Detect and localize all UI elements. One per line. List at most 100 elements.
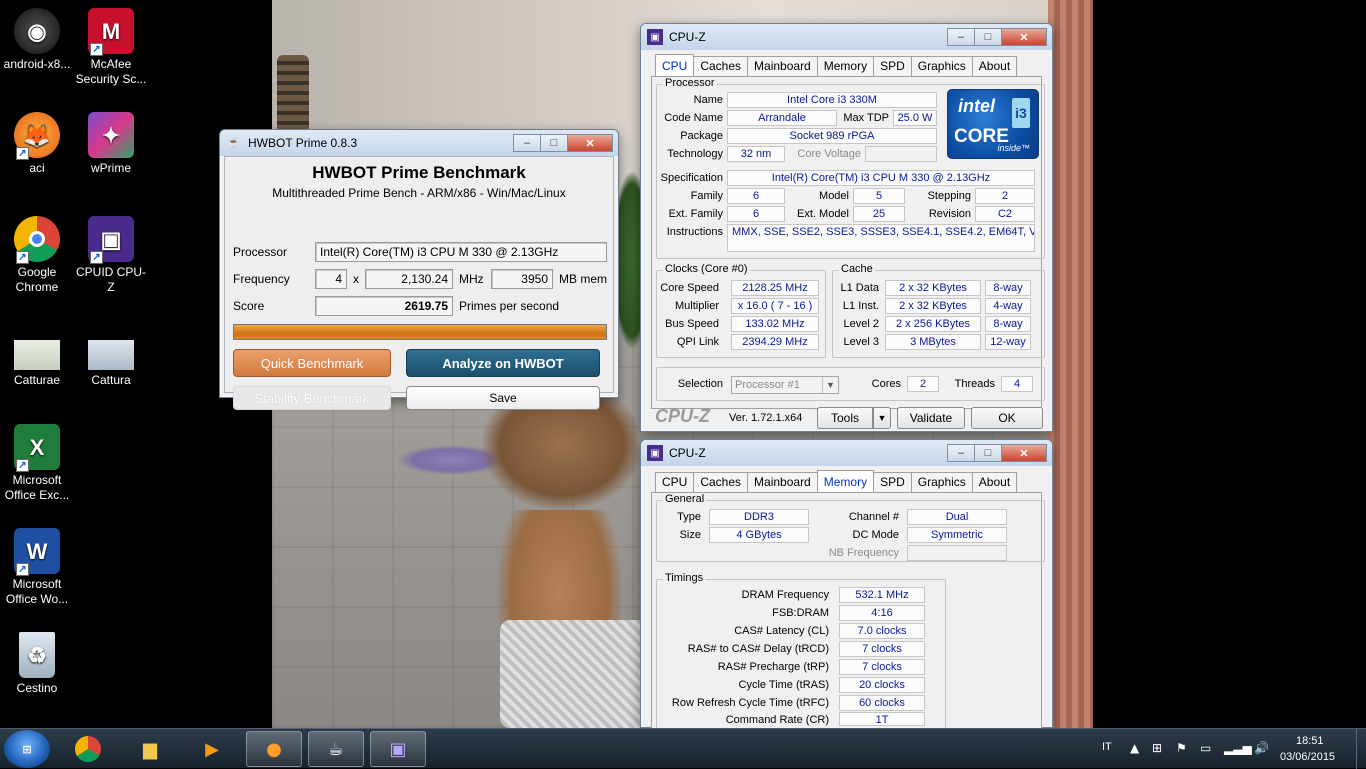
analyze-on-hwbot-button[interactable]: Analyze on HWBOT bbox=[406, 349, 600, 377]
maximize-button[interactable]: □ bbox=[974, 28, 1001, 46]
desktop-icon-recycle-bin[interactable]: ♻ Cestino bbox=[1, 632, 73, 696]
desktop-icon-catturae[interactable]: Catturae bbox=[1, 332, 73, 388]
tab-cpu[interactable]: CPU bbox=[655, 54, 695, 76]
stepping-label: Stepping bbox=[927, 190, 971, 202]
timing-label: DRAM Frequency bbox=[741, 589, 829, 601]
desktop-icon-word[interactable]: W ↗ Microsoft Office Wo... bbox=[1, 528, 73, 607]
quick-benchmark-button[interactable]: Quick Benchmark bbox=[233, 349, 391, 377]
clocks-group: Clocks (Core #0) Core Speed 2128.25 MHz … bbox=[656, 263, 826, 358]
model-value: 5 bbox=[853, 188, 905, 204]
revision-label: Revision bbox=[928, 208, 971, 220]
desktop-icon-mcafee[interactable]: M ↗ McAfee Security Sc... bbox=[75, 8, 147, 87]
l1data-value: 2 x 32 KBytes bbox=[885, 280, 981, 296]
close-button[interactable]: ✕ bbox=[567, 134, 613, 152]
maximize-icon: □ bbox=[550, 137, 558, 149]
tab-memory[interactable]: Memory bbox=[816, 470, 875, 492]
timing-label: Row Refresh Cycle Time (tRFC) bbox=[671, 697, 829, 709]
maximize-icon: □ bbox=[984, 447, 992, 459]
cpuz-cpu-window[interactable]: ▣ CPU-Z – □ ✕ CPU Caches Mainboard Memor… bbox=[640, 23, 1053, 432]
cpuz-titlebar[interactable]: ▣ CPU-Z – □ ✕ bbox=[641, 24, 1052, 50]
desktop-icon-firefox[interactable]: 🦊 ↗ aci bbox=[1, 112, 73, 176]
l1data-way: 8-way bbox=[985, 280, 1031, 296]
windows-flag-icon[interactable]: ⊞ bbox=[1152, 741, 1162, 755]
frequency-label: Frequency bbox=[233, 272, 290, 286]
action-center-icon[interactable]: ⚑ bbox=[1176, 741, 1187, 755]
desktop-icon-label: Google Chrome bbox=[15, 265, 59, 294]
taskbar-cpuz[interactable]: ▣ bbox=[370, 731, 426, 767]
network-signal-icon[interactable]: ▂▃▅ bbox=[1224, 741, 1252, 755]
clock-time[interactable]: 18:51 bbox=[1296, 735, 1324, 747]
qpilink-label: QPI Link bbox=[676, 336, 719, 348]
ok-button[interactable]: OK bbox=[971, 407, 1043, 429]
maxtdp-label: Max TDP bbox=[843, 112, 889, 124]
minimize-button[interactable]: – bbox=[513, 134, 540, 152]
cpuz-tabs: CPU Caches Mainboard Memory SPD Graphics… bbox=[655, 470, 1018, 492]
hwbot-titlebar[interactable]: ☕ HWBOT Prime 0.8.3 – □ ✕ bbox=[220, 130, 618, 156]
cpuz-titlebar[interactable]: ▣ CPU-Z – □ ✕ bbox=[641, 440, 1052, 466]
tools-dropdown-button[interactable]: ▼ bbox=[873, 407, 891, 429]
extfamily-label: Ext. Family bbox=[668, 208, 723, 220]
close-icon: ✕ bbox=[1019, 31, 1029, 44]
desktop-icon-cpuz[interactable]: ▣ ↗ CPUID CPU-Z bbox=[75, 216, 147, 295]
close-button[interactable]: ✕ bbox=[1001, 444, 1047, 462]
power-icon[interactable]: ▭ bbox=[1200, 741, 1211, 755]
tab-spd[interactable]: SPD bbox=[873, 472, 912, 492]
desktop-icon-excel[interactable]: X ↗ Microsoft Office Exc... bbox=[1, 424, 73, 503]
desktop-icon-android[interactable]: ◉ android-x8... bbox=[1, 8, 73, 72]
stability-benchmark-button[interactable]: Stability Benchmark bbox=[233, 386, 391, 410]
language-indicator[interactable]: IT bbox=[1102, 741, 1112, 753]
tab-about[interactable]: About bbox=[971, 56, 1018, 76]
tab-about[interactable]: About bbox=[971, 472, 1018, 492]
close-button[interactable]: ✕ bbox=[1001, 28, 1047, 46]
intel-logo-wordmark: intel bbox=[958, 96, 996, 116]
name-label: Name bbox=[693, 94, 723, 106]
timing-value: 1T bbox=[839, 712, 925, 726]
minimize-icon: – bbox=[957, 31, 965, 43]
tab-mainboard[interactable]: Mainboard bbox=[747, 472, 818, 492]
taskbar-chrome[interactable] bbox=[60, 731, 116, 767]
minimize-button[interactable]: – bbox=[947, 28, 974, 46]
show-hidden-icons-icon[interactable]: ▲ bbox=[1130, 741, 1139, 755]
tab-spd[interactable]: SPD bbox=[873, 56, 912, 76]
cpuz-icon: ▣ ↗ bbox=[88, 216, 134, 264]
minimize-button[interactable]: – bbox=[947, 444, 974, 462]
tab-graphics[interactable]: Graphics bbox=[910, 56, 973, 76]
desktop-icon-label: Cattura bbox=[91, 373, 131, 387]
busspeed-label: Bus Speed bbox=[665, 318, 719, 330]
taskbar-java[interactable]: ☕ bbox=[308, 731, 364, 767]
hwbot-window[interactable]: ☕ HWBOT Prime 0.8.3 – □ ✕ HWBOT Prime Be… bbox=[219, 129, 619, 410]
package-value: Socket 989 rPGA bbox=[727, 128, 937, 144]
taskbar-explorer[interactable]: ▆ bbox=[122, 731, 178, 767]
technology-label: Technology bbox=[667, 148, 723, 160]
maximize-button[interactable]: □ bbox=[974, 444, 1001, 462]
taskbar-media-player[interactable]: ▶ bbox=[184, 731, 240, 767]
tab-caches[interactable]: Caches bbox=[693, 472, 749, 492]
tab-memory[interactable]: Memory bbox=[816, 56, 875, 76]
timing-value: 20 clocks bbox=[839, 677, 925, 693]
l1inst-value: 2 x 32 KBytes bbox=[885, 298, 981, 314]
desktop-icon-cattura[interactable]: Cattura bbox=[75, 332, 147, 388]
qpilink-value: 2394.29 MHz bbox=[731, 334, 819, 350]
show-desktop-button[interactable] bbox=[1356, 729, 1366, 769]
tab-cpu[interactable]: CPU bbox=[655, 472, 695, 492]
tab-graphics[interactable]: Graphics bbox=[910, 472, 973, 492]
tools-button[interactable]: Tools bbox=[817, 407, 873, 429]
volume-icon[interactable]: 🔊 bbox=[1254, 741, 1269, 755]
validate-button[interactable]: Validate bbox=[897, 407, 965, 429]
save-button[interactable]: Save bbox=[406, 386, 600, 410]
nbfreq-label: NB Frequency bbox=[828, 547, 899, 559]
maximize-button[interactable]: □ bbox=[540, 134, 567, 152]
clock-date[interactable]: 03/06/2015 bbox=[1280, 751, 1335, 763]
extmodel-value: 25 bbox=[853, 206, 905, 222]
tab-caches[interactable]: Caches bbox=[693, 56, 749, 76]
cpuz-memory-window[interactable]: ▣ CPU-Z – □ ✕ CPU Caches Mainboard Memor… bbox=[640, 439, 1053, 739]
desktop-icon-chrome[interactable]: ↗ Google Chrome bbox=[1, 216, 73, 295]
start-button[interactable]: ⊞ bbox=[4, 730, 50, 768]
taskbar-firefox[interactable]: ● bbox=[246, 731, 302, 767]
excel-icon: X ↗ bbox=[14, 424, 60, 472]
codename-value: Arrandale bbox=[727, 110, 837, 126]
desktop-icon-wprime[interactable]: ✦ wPrime bbox=[75, 112, 147, 176]
processor-select-value: Processor #1 bbox=[735, 379, 800, 391]
tab-mainboard[interactable]: Mainboard bbox=[747, 56, 818, 76]
processor-select[interactable]: Processor #1 ▼ bbox=[731, 376, 839, 394]
